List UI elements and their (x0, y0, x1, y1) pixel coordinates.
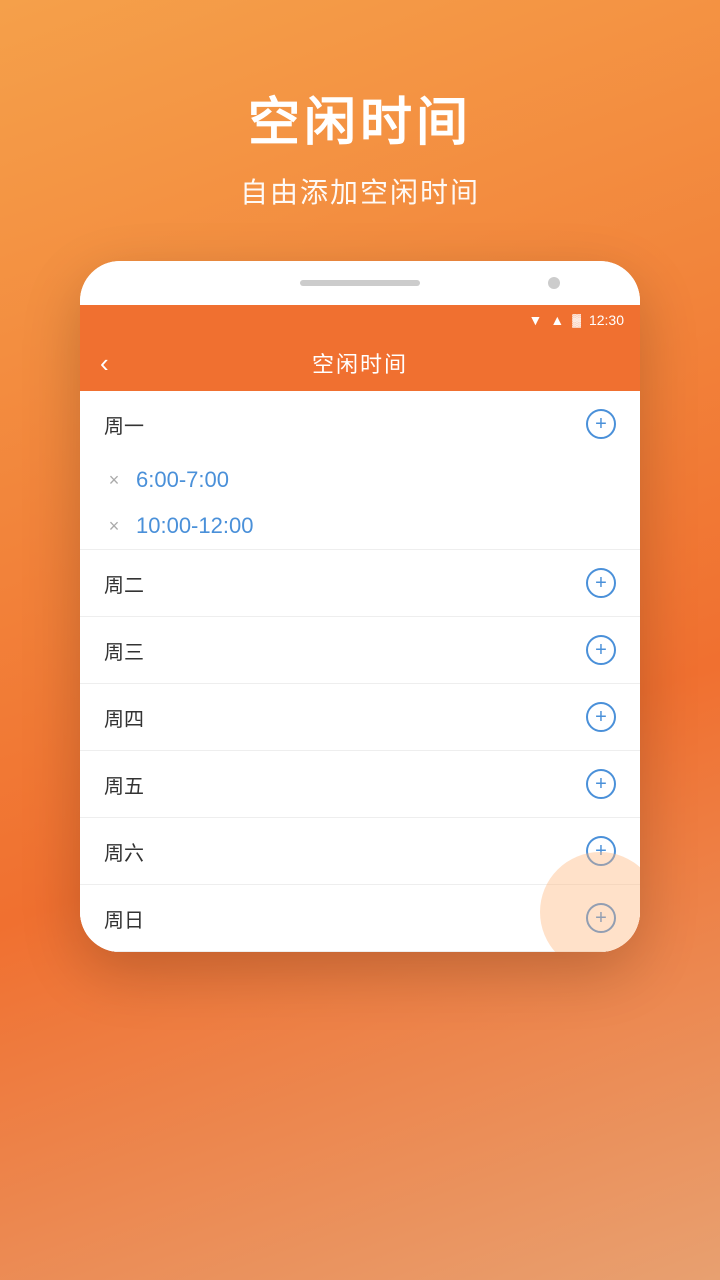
app-content: 周一 + × 6:00-7:00 × 10:00-12:00 周二 + 周三 + 周四 + 周五 + 周六 +… (80, 391, 640, 952)
day-label-thursday: 周四 (104, 703, 144, 732)
time-slot: × 10:00-12:00 (80, 503, 640, 549)
day-section-friday: 周五 + (80, 751, 640, 818)
main-title: 空闲时间 (248, 80, 472, 155)
nav-bar: ‹ 空闲时间 (80, 335, 640, 391)
status-time: 12:30 (589, 312, 624, 328)
day-label-monday: 周一 (104, 410, 144, 439)
day-section-thursday: 周四 + (80, 684, 640, 751)
phone-top-bar (80, 261, 640, 305)
day-label-wednesday: 周三 (104, 636, 144, 665)
day-header-friday: 周五 + (80, 751, 640, 817)
phone-notch (300, 280, 420, 286)
time-range: 10:00-12:00 (136, 513, 253, 539)
add-time-button-friday[interactable]: + (586, 769, 616, 799)
day-header-thursday: 周四 + (80, 684, 640, 750)
day-header-wednesday: 周三 + (80, 617, 640, 683)
time-slot: × 6:00-7:00 (80, 457, 640, 503)
time-range: 6:00-7:00 (136, 467, 229, 493)
header-section: 空闲时间 自由添加空闲时间 (0, 0, 720, 261)
day-header-tuesday: 周二 + (80, 550, 640, 616)
day-label-tuesday: 周二 (104, 569, 144, 598)
add-time-button-monday[interactable]: + (586, 409, 616, 439)
day-section-wednesday: 周三 + (80, 617, 640, 684)
day-label-friday: 周五 (104, 770, 144, 799)
sub-title: 自由添加空闲时间 (240, 171, 480, 211)
back-button[interactable]: ‹ (100, 348, 109, 379)
signal-icon: ▲ (550, 312, 564, 328)
battery-icon: ▓ (572, 313, 581, 327)
remove-time-button[interactable]: × (104, 516, 124, 536)
add-time-button-tuesday[interactable]: + (586, 568, 616, 598)
add-time-button-wednesday[interactable]: + (586, 635, 616, 665)
day-section-monday: 周一 + × 6:00-7:00 × 10:00-12:00 (80, 391, 640, 550)
day-section-tuesday: 周二 + (80, 550, 640, 617)
day-label-saturday: 周六 (104, 837, 144, 866)
add-time-button-thursday[interactable]: + (586, 702, 616, 732)
wifi-icon: ▼ (528, 312, 542, 328)
status-bar: ▼ ▲ ▓ 12:30 (80, 305, 640, 335)
day-header-monday: 周一 + (80, 391, 640, 457)
remove-time-button[interactable]: × (104, 470, 124, 490)
nav-title: 空闲时间 (312, 347, 408, 379)
phone-mockup: ▼ ▲ ▓ 12:30 ‹ 空闲时间 周一 + × 6:00-7:00 × 10:00-1… (80, 261, 640, 952)
day-label-sunday: 周日 (104, 904, 144, 933)
phone-camera (548, 277, 560, 289)
